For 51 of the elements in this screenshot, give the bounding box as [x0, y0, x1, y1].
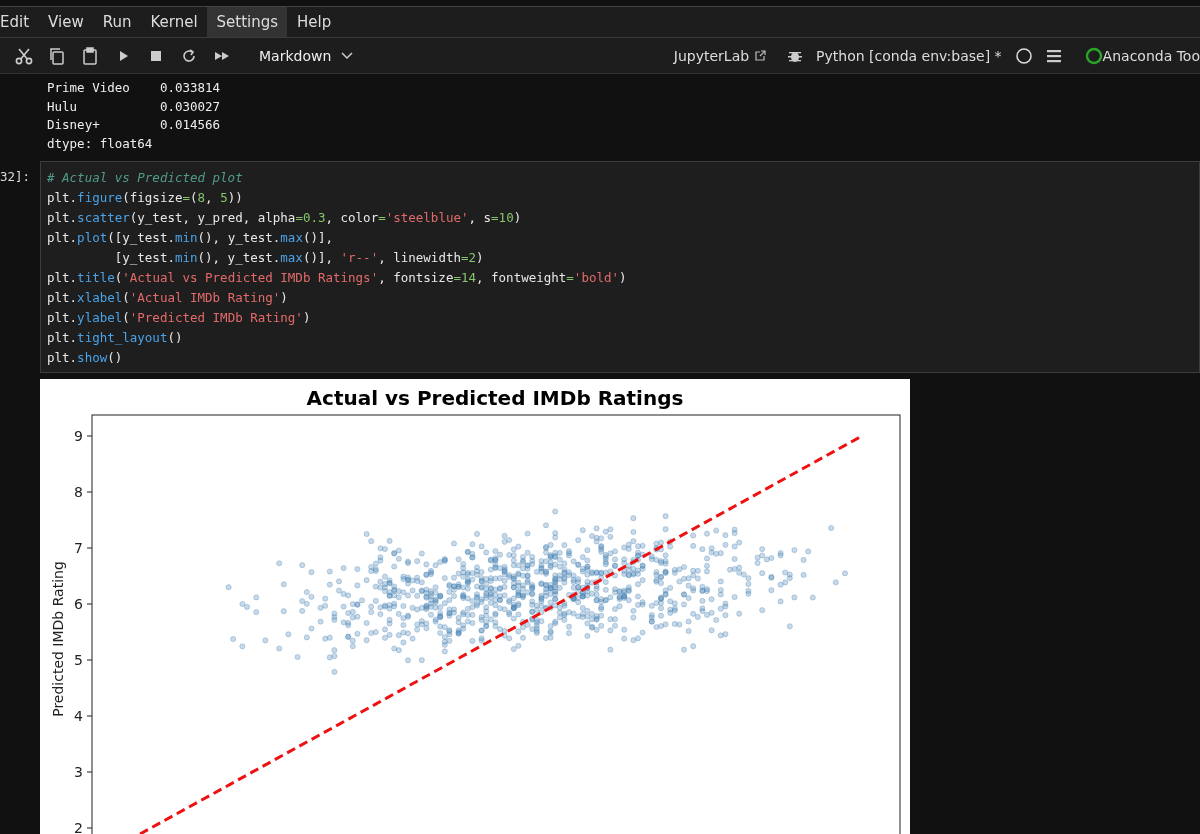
clipboard-icon[interactable]: [80, 45, 100, 66]
tick-mark: [86, 827, 93, 829]
code-line: plt.title('Actual vs Predicted IMDb Ratings', fontsize=14, fontweight='bold'): [47, 269, 627, 287]
tick-mark: [86, 435, 93, 437]
kernel-name[interactable]: Python [conda env:base] *: [816, 47, 1002, 64]
external-link-icon: [754, 49, 767, 62]
code-cell[interactable]: [40, 161, 1200, 373]
tick-mark: [86, 771, 93, 773]
menu-item[interactable]: Run: [92, 7, 141, 37]
tick-label: 9: [74, 428, 83, 444]
tick-mark: [86, 547, 93, 549]
tick-label: 2: [74, 820, 83, 834]
tick-mark: [86, 491, 93, 493]
code-line: plt.scatter(y_test, y_pred, alpha=0.3, color='steelblue', s=10): [47, 209, 522, 227]
menu-item[interactable]: Edit: [0, 7, 39, 37]
kernel-status-icon: [1014, 46, 1033, 65]
menu-item[interactable]: Help: [287, 7, 341, 37]
tick-label: 3: [74, 764, 83, 780]
code-line: plt.plot([y_test.min(), y_test.max()],: [47, 229, 333, 247]
code-line: # Actual vs Predicted plot: [47, 169, 243, 187]
jupyterlab-link[interactable]: JupyterLab: [673, 47, 750, 64]
menu-icon[interactable]: [1045, 47, 1062, 64]
code-line: plt.ylabel('Predicted IMDb Rating'): [47, 309, 311, 327]
execution-count: 32]:: [0, 168, 32, 184]
copy-icon[interactable]: [47, 45, 67, 66]
anaconda-toolbox-label[interactable]: Anaconda Too: [1102, 47, 1200, 64]
tick-label: 4: [74, 708, 83, 724]
code-line: plt.show(): [47, 349, 123, 367]
code-line: plt.xlabel('Actual IMDb Rating'): [47, 289, 288, 307]
plot-title: Actual vs Predicted IMDb Ratings: [306, 386, 684, 410]
output-line: dtype: float64: [47, 134, 153, 153]
menu-item[interactable]: Settings: [206, 7, 288, 37]
menu-item[interactable]: View: [38, 7, 93, 37]
menu-item[interactable]: Kernel: [140, 7, 207, 37]
tick-mark: [86, 715, 93, 717]
chevron-down-icon: [341, 51, 354, 60]
tick-mark: [86, 603, 93, 605]
code-line: plt.tight_layout(): [47, 329, 183, 347]
tick-label: 8: [74, 484, 83, 500]
tick-label: 5: [74, 652, 83, 668]
output-line: Disney+ 0.014566: [47, 116, 221, 134]
cell-type-dropdown[interactable]: Markdown: [255, 47, 358, 64]
axis-label: Predicted IMDb Rating: [50, 561, 66, 717]
code-line: [y_test.min(), y_test.max()], 'r--', linewidth=2): [113, 249, 484, 267]
code-line: plt.figure(figsize=(8, 5)): [47, 189, 243, 207]
tick-label: 7: [74, 540, 83, 556]
output-line: Prime Video 0.033814: [47, 79, 221, 97]
ring-icon[interactable]: [1084, 46, 1103, 65]
output-line: Hulu 0.030027: [47, 97, 221, 116]
tick-mark: [86, 659, 93, 661]
tick-label: 6: [74, 596, 83, 612]
